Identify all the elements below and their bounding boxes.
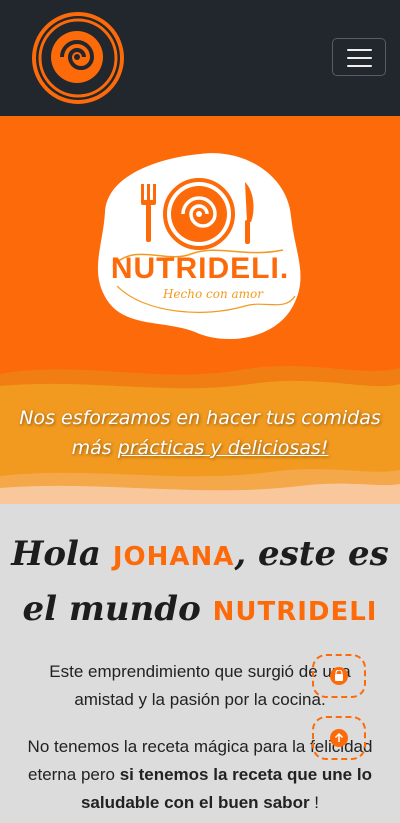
brand-name: NUTRIDELI.: [111, 252, 289, 285]
heading-part1: Hola: [11, 534, 113, 574]
navbar: [0, 0, 400, 116]
heading-part3: el mundo: [22, 589, 213, 629]
tagline-prefix: más: [71, 437, 118, 459]
hero-tagline: Nos esforzamos en hacer tus comidas más …: [0, 403, 400, 463]
cart-button[interactable]: [312, 654, 366, 698]
mission-suffix: !: [309, 793, 320, 812]
spiral-plate-icon: [163, 178, 235, 250]
menu-icon: [347, 49, 372, 67]
mission-bold-text: si tenemos la receta que une lo saludabl…: [80, 765, 372, 812]
tagline-highlight: prácticas y deliciosas!: [117, 437, 329, 459]
user-name: JOHANA: [112, 542, 235, 572]
brand-word: NUTRIDELI: [212, 597, 378, 627]
navbar-toggler-button[interactable]: [332, 38, 386, 76]
heading-part2: , este es: [234, 534, 389, 574]
tagline-line1: Nos esforzamos en hacer tus comidas: [19, 407, 381, 429]
back-to-top-button[interactable]: [312, 716, 366, 760]
hero-banner: NUTRIDELI. Hecho con amor Nos esforzamos…: [0, 116, 400, 504]
nutrideli-spiral-logo[interactable]: [28, 10, 128, 106]
welcome-heading: Hola JOHANA, este es el mundo NUTRIDELI: [0, 528, 400, 638]
arrow-up-icon: [330, 729, 348, 747]
nutrideli-brand-logo: NUTRIDELI. Hecho con amor: [95, 146, 305, 351]
shopping-bag-icon: [330, 667, 348, 685]
brand-slogan: Hecho con amor: [162, 287, 264, 301]
